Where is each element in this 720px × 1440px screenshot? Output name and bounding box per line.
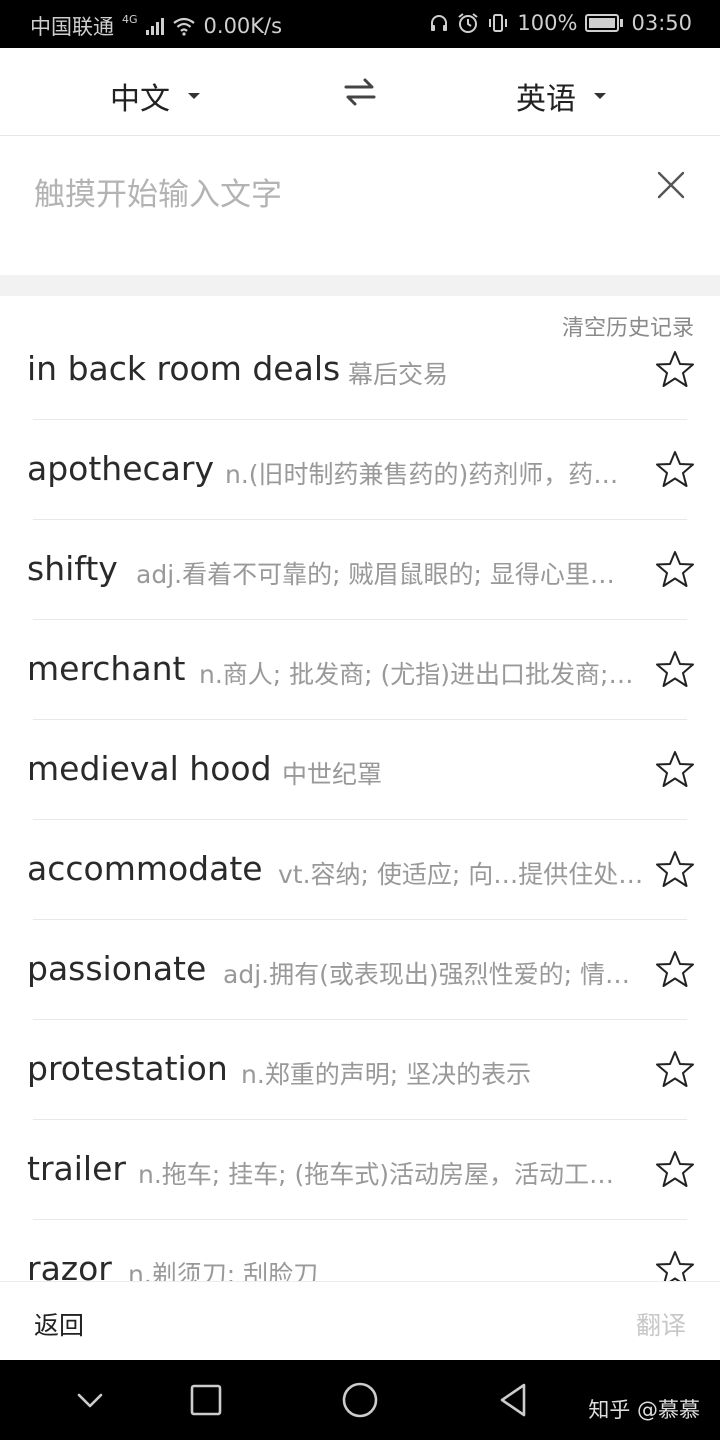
action-bar: 返回 翻译 (0, 1281, 720, 1360)
wifi-icon (172, 16, 196, 36)
history-item[interactable]: apothecary n.(旧时制药兼售药的)药剂师，药… (0, 420, 720, 520)
text-input-area[interactable]: 触摸开始输入文字 (0, 137, 720, 275)
battery-percent: 100% (517, 11, 578, 35)
history-word: shifty (27, 549, 118, 588)
history-definition: 幕后交易 (348, 360, 449, 389)
history-word: medieval hood (27, 749, 272, 788)
source-language-selector[interactable]: 中文 (110, 74, 200, 118)
history-word: passionate (27, 949, 207, 988)
vibrate-icon (487, 12, 509, 34)
history-item[interactable]: razor n.剃须刀; 刮脸刀 (0, 1220, 720, 1281)
battery-icon (585, 14, 624, 32)
section-divider (0, 275, 720, 296)
history-item[interactable]: accommodate vt.容纳; 使适应; 向…提供住处;… (0, 820, 720, 920)
star-icon[interactable] (655, 1249, 695, 1281)
input-placeholder: 触摸开始输入文字 (34, 177, 282, 213)
star-icon[interactable] (655, 1049, 695, 1089)
history-word: in back room deals (27, 349, 341, 388)
history-definition: n.拖车; 挂车; (拖车式)活动房屋，活动工… (138, 1160, 615, 1189)
history-definition: 中世纪罩 (282, 760, 383, 789)
clock: 03:50 (631, 11, 692, 35)
signal-icon (145, 17, 164, 35)
dropdown-caret-icon (188, 93, 200, 99)
history-word: accommodate (27, 849, 263, 888)
source-language-label: 中文 (110, 82, 170, 117)
star-icon[interactable] (655, 349, 695, 389)
history-item[interactable]: shifty adj.看着不可靠的; 贼眉鼠眼的; 显得心里… (0, 520, 720, 620)
history-list: in back room deals 幕后交易 apothecary n.(旧时… (0, 320, 720, 1281)
dropdown-caret-icon (594, 93, 606, 99)
history-item[interactable]: passionate adj.拥有(或表现出)强烈性爱的; 情… (0, 920, 720, 1020)
back-button[interactable]: 返回 (34, 1306, 84, 1342)
history-item[interactable]: medieval hood 中世纪罩 (0, 720, 720, 820)
star-icon[interactable] (655, 449, 695, 489)
network-type: 4G (122, 12, 138, 26)
history-word: trailer (27, 1149, 126, 1188)
chevron-down-icon[interactable] (70, 1380, 110, 1420)
recent-apps-icon[interactable] (186, 1380, 226, 1420)
history-definition: n.剃须刀; 刮脸刀 (128, 1260, 319, 1281)
clear-input-button[interactable] (656, 170, 686, 200)
status-bar: 中国联通 4G 0.00K/s 100% 03:50 (0, 0, 720, 48)
history-definition: vt.容纳; 使适应; 向…提供住处;… (278, 860, 649, 889)
back-triangle-icon[interactable] (493, 1380, 533, 1420)
history-definition: n.(旧时制药兼售药的)药剂师，药… (225, 460, 619, 489)
history-item[interactable]: protestation n.郑重的声明; 坚决的表示 (0, 1020, 720, 1120)
history-item[interactable]: in back room deals 幕后交易 (0, 320, 720, 420)
target-language-label: 英语 (516, 82, 576, 117)
history-word: merchant (27, 649, 186, 688)
history-word: protestation (27, 1049, 228, 1088)
headphones-icon (429, 13, 449, 33)
star-icon[interactable] (655, 1149, 695, 1189)
star-icon[interactable] (655, 949, 695, 989)
watermark: 知乎 @慕慕 (588, 1398, 700, 1422)
alarm-icon (457, 12, 479, 34)
translate-button[interactable]: 翻译 (636, 1306, 686, 1342)
history-definition: adj.拥有(或表现出)强烈性爱的; 情… (223, 960, 630, 989)
history-item[interactable]: merchant n.商人; 批发商; (尤指)进出口批发商;… (0, 620, 720, 720)
star-icon[interactable] (655, 749, 695, 789)
carrier-name: 中国联通 (30, 15, 114, 39)
status-right: 100% 03:50 (429, 11, 692, 35)
swap-arrows-icon (344, 78, 376, 106)
swap-languages-button[interactable] (342, 76, 378, 108)
language-bar: 中文 英语 (0, 48, 720, 136)
history-definition: n.郑重的声明; 坚决的表示 (241, 1060, 532, 1089)
system-nav-bar: 知乎 @慕慕 (0, 1360, 720, 1440)
star-icon[interactable] (655, 549, 695, 589)
history-word: apothecary (27, 449, 214, 488)
star-icon[interactable] (655, 649, 695, 689)
history-definition: n.商人; 批发商; (尤指)进出口批发商;… (199, 660, 634, 689)
close-icon (657, 171, 685, 199)
star-icon[interactable] (655, 849, 695, 889)
history-item[interactable]: trailer n.拖车; 挂车; (拖车式)活动房屋，活动工… (0, 1120, 720, 1220)
home-icon[interactable] (340, 1380, 380, 1420)
history-definition: adj.看着不可靠的; 贼眉鼠眼的; 显得心里… (136, 560, 615, 589)
network-speed: 0.00K/s (203, 14, 283, 38)
history-word: razor (27, 1249, 112, 1281)
status-left: 中国联通 4G 0.00K/s (30, 11, 282, 41)
target-language-selector[interactable]: 英语 (516, 74, 606, 118)
